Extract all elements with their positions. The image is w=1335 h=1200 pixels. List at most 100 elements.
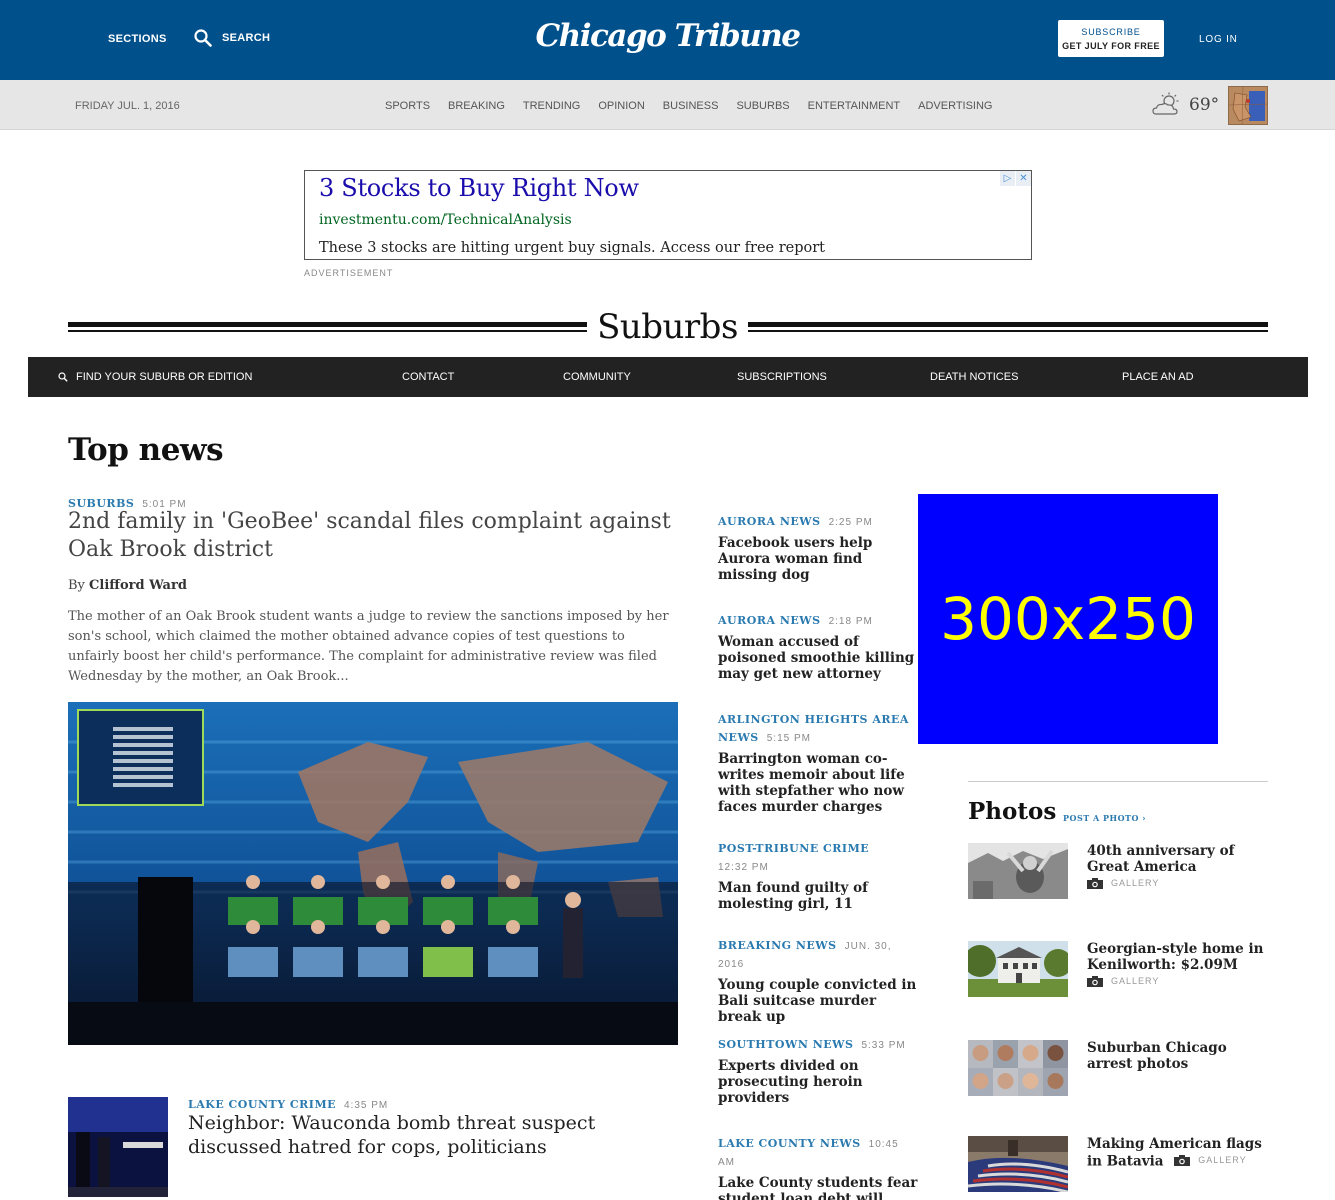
list-item-headline[interactable]: Man found guilty of molesting girl, 11	[718, 880, 918, 912]
find-suburb-button[interactable]: FIND YOUR SUBURB OR EDITION	[58, 371, 252, 383]
section-nav-subscriptions[interactable]: SUBSCRIPTIONS	[737, 371, 827, 383]
lead-story-summary: The mother of an Oak Brook student wants…	[68, 609, 669, 684]
photos-heading: Photos	[968, 798, 1057, 825]
list-item-kicker[interactable]: ARLINGTON HEIGHTS AREA NEWS	[718, 713, 909, 744]
photo-gallery-item: 40th anniversary of Great America GALLER…	[968, 843, 1268, 903]
list-item-headline[interactable]: Barrington woman co-writes memoir about …	[718, 751, 918, 815]
photo-title[interactable]: Suburban Chicago arrest photos	[1087, 1040, 1267, 1072]
adchoices-icon[interactable]: ▷	[1000, 171, 1015, 186]
list-item: SOUTHTOWN NEWS 5:33 PM Experts divided on…	[718, 1035, 918, 1106]
current-date: FRIDAY JUL. 1, 2016	[75, 100, 180, 112]
list-item: POST-TRIBUNE CRIME 12:32 PM Man found gui…	[718, 839, 918, 912]
subscribe-label: SUBSCRIBE	[1081, 27, 1141, 37]
story-time: 4:35 PM	[344, 1100, 389, 1111]
list-item-headline[interactable]: Young couple convicted in Bali suitcase …	[718, 977, 918, 1025]
section-nav-community[interactable]: COMMUNITY	[563, 371, 631, 383]
ad-url[interactable]: investmentu.com/TechnicalAnalysis	[319, 212, 572, 228]
section-nav-death-notices[interactable]: DEATH NOTICES	[930, 371, 1018, 383]
photo-thumbnail[interactable]	[968, 843, 1068, 899]
ad-text: These 3 stocks are hitting urgent buy si…	[319, 240, 825, 256]
gallery-label: GALLERY	[1198, 1155, 1247, 1165]
list-item-time: 5:15 PM	[766, 733, 811, 744]
nav-opinion[interactable]: OPINION	[598, 100, 644, 112]
nav-trending[interactable]: TRENDING	[523, 100, 580, 112]
list-item-kicker[interactable]: POST-TRIBUNE CRIME	[718, 842, 869, 855]
section-nav: FIND YOUR SUBURB OR EDITION CONTACT COMM…	[28, 357, 1308, 397]
divider	[968, 781, 1268, 782]
camera-icon	[1087, 877, 1103, 889]
photo-thumbnail[interactable]	[968, 941, 1068, 997]
display-ad-300x250[interactable]: 300x250	[918, 494, 1218, 744]
list-item-headline[interactable]: Woman accused of poisoned smoothie killi…	[718, 634, 918, 682]
list-item: BREAKING NEWS JUN. 30, 2016 Young couple …	[718, 936, 918, 1025]
list-item: AURORA NEWS 2:18 PM Woman accused of pois…	[718, 611, 918, 682]
list-item-time: 2:18 PM	[828, 616, 873, 627]
story-thumbnail[interactable]	[68, 1097, 168, 1197]
photo-thumbnail[interactable]	[968, 1136, 1068, 1192]
photo-title[interactable]: Georgian-style home in Kenilworth: $2.09…	[1087, 941, 1267, 991]
secondary-nav-bar: FRIDAY JUL. 1, 2016 SPORTS BREAKING TREN…	[0, 80, 1335, 130]
list-item-time: 12:32 PM	[718, 862, 769, 873]
nav-business[interactable]: BUSINESS	[663, 100, 719, 112]
section-title: Suburbs	[0, 307, 1335, 347]
camera-icon	[1087, 975, 1103, 987]
list-item-headline[interactable]: Facebook users help Aurora woman find mi…	[718, 535, 918, 583]
byline-author[interactable]: Clifford Ward	[89, 578, 187, 593]
photo-title-text: 40th anniversary of Great America	[1087, 843, 1235, 875]
photo-title[interactable]: Making American flags in Batavia GALLERY	[1087, 1136, 1267, 1170]
lead-story-headline[interactable]: 2nd family in 'GeoBee' scandal files com…	[68, 508, 678, 564]
list-item: ARLINGTON HEIGHTS AREA NEWS 5:15 PM Barri…	[718, 710, 918, 815]
list-item-headline[interactable]: Experts divided on prosecuting heroin pr…	[718, 1058, 918, 1106]
photo-title[interactable]: 40th anniversary of Great America GALLER…	[1087, 843, 1267, 893]
ad-label: ADVERTISEMENT	[304, 268, 394, 278]
top-header: SECTIONS SEARCH Chicago Tribune SUBSCRIB…	[0, 0, 1335, 80]
camera-icon	[1174, 1154, 1191, 1166]
photo-title-text: Suburban Chicago arrest photos	[1087, 1040, 1227, 1072]
photo-title-text: Georgian-style home in Kenilworth: $2.09…	[1087, 941, 1264, 973]
post-a-photo-link[interactable]: POST A PHOTO ›	[1063, 813, 1146, 823]
list-item-kicker[interactable]: LAKE COUNTY NEWS	[718, 1137, 861, 1150]
list-item-time: 5:33 PM	[861, 1040, 906, 1051]
ad-choices: ▷ ✕	[999, 171, 1031, 186]
nav-suburbs[interactable]: SUBURBS	[736, 100, 789, 112]
subscribe-offer: GET JULY FOR FREE	[1062, 41, 1160, 51]
search-icon	[58, 372, 68, 382]
list-item-time: 2:25 PM	[828, 517, 873, 528]
section-nav-contact[interactable]: CONTACT	[402, 371, 454, 383]
photo-gallery-item: Suburban Chicago arrest photos	[968, 1040, 1268, 1100]
ad-title[interactable]: 3 Stocks to Buy Right Now	[319, 174, 639, 202]
primary-nav: SPORTS BREAKING TRENDING OPINION BUSINES…	[376, 100, 1002, 112]
list-item-headline[interactable]: Lake County students fear student loan d…	[718, 1175, 918, 1200]
list-item-kicker[interactable]: SOUTHTOWN NEWS	[718, 1038, 853, 1051]
list-item-kicker[interactable]: BREAKING NEWS	[718, 939, 837, 952]
nav-advertising[interactable]: ADVERTISING	[918, 100, 992, 112]
story-kicker[interactable]: LAKE COUNTY CRIME	[188, 1098, 336, 1111]
temperature: 69°	[1189, 95, 1220, 115]
photo-gallery-item: Making American flags in Batavia GALLERY	[968, 1136, 1268, 1196]
section-nav-place-an-ad[interactable]: PLACE AN AD	[1122, 371, 1194, 383]
list-item: AURORA NEWS 2:25 PM Facebook users help A…	[718, 512, 918, 583]
weather-radar-map[interactable]	[1228, 86, 1268, 125]
banner-ad[interactable]: 3 Stocks to Buy Right Now investmentu.co…	[304, 170, 1032, 260]
list-item-kicker[interactable]: AURORA NEWS	[718, 614, 821, 627]
partly-cloudy-icon[interactable]	[1152, 92, 1182, 118]
list-item-kicker[interactable]: AURORA NEWS	[718, 515, 821, 528]
lead-story-image[interactable]	[68, 702, 678, 1045]
photo-thumbnail[interactable]	[968, 1040, 1068, 1096]
nav-entertainment[interactable]: ENTERTAINMENT	[808, 100, 901, 112]
gallery-badge: GALLERY	[1087, 973, 1159, 989]
nav-sports[interactable]: SPORTS	[385, 100, 430, 112]
subscribe-button[interactable]: SUBSCRIBE GET JULY FOR FREE	[1058, 20, 1164, 57]
gallery-label: GALLERY	[1111, 976, 1160, 986]
byline-prefix: By	[68, 578, 85, 593]
section-title-text[interactable]: Suburbs	[587, 307, 748, 347]
story-headline[interactable]: Neighbor: Wauconda bomb threat suspect d…	[188, 1111, 678, 1159]
gallery-badge: GALLERY	[1087, 875, 1159, 891]
top-news-heading: Top news	[68, 432, 224, 468]
find-suburb-label: FIND YOUR SUBURB OR EDITION	[76, 371, 253, 383]
login-link[interactable]: LOG IN	[1199, 34, 1238, 45]
gallery-badge: GALLERY	[1174, 1152, 1246, 1168]
nav-breaking[interactable]: BREAKING	[448, 100, 505, 112]
close-icon[interactable]: ✕	[1016, 171, 1031, 186]
lead-story-byline: By Clifford Ward	[68, 578, 187, 593]
